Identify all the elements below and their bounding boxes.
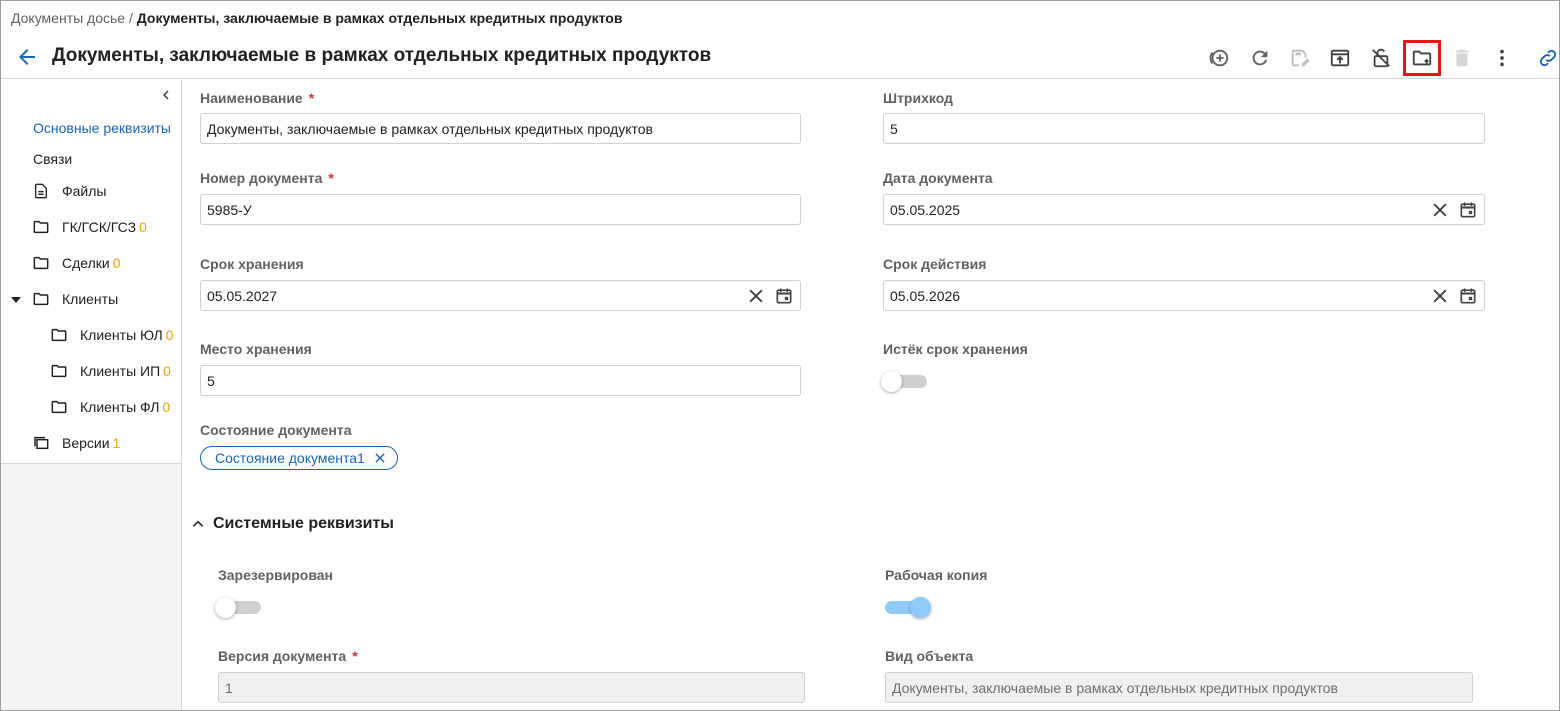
- caret-down-icon[interactable]: [11, 295, 21, 305]
- calendar-icon[interactable]: [1458, 200, 1478, 220]
- storage-place-label: Место хранения: [200, 341, 312, 357]
- barcode-field[interactable]: 5: [883, 113, 1485, 144]
- sidebar-item-label: Клиенты ФЛ: [80, 399, 160, 415]
- sidebar-item-count: 0: [162, 399, 171, 415]
- validity-term-field[interactable]: 05.05.2026: [883, 280, 1485, 311]
- page-title: Документы, заключаемые в рамках отдельны…: [52, 45, 712, 66]
- validity-term-label: Срок действия: [883, 256, 987, 272]
- sidebar-item-count: 1: [112, 435, 121, 451]
- sidebar-item-count: 0: [165, 327, 174, 343]
- doc-number-field[interactable]: 5985-У: [200, 194, 801, 225]
- chevron-up-icon: [192, 520, 204, 527]
- clear-icon[interactable]: [746, 286, 766, 306]
- barcode-label: Штрихкод: [883, 90, 953, 106]
- storage-expired-label: Истёк срок хранения: [883, 341, 1028, 357]
- sidebar-item-label: Основные реквизиты: [33, 120, 171, 136]
- sidebar-item-clients-fl[interactable]: Клиенты ФЛ 0: [51, 397, 170, 417]
- folder-icon: [33, 219, 49, 235]
- close-icon[interactable]: [373, 451, 387, 465]
- storage-place-field[interactable]: 5: [200, 365, 801, 396]
- sidebar-item-count: 0: [163, 363, 171, 379]
- sidebar-item-versions[interactable]: Версии 1: [33, 433, 120, 453]
- section-title: Системные реквизиты: [213, 515, 394, 532]
- sidebar-item-label: Клиенты ИП: [80, 363, 161, 379]
- system-attributes-header[interactable]: Системные реквизиты: [191, 515, 394, 533]
- sidebar-item-count: 0: [139, 219, 147, 235]
- sidebar-item-gk[interactable]: ГК/ГСК/ГСЗ 0: [33, 217, 147, 237]
- folder-icon: [33, 291, 49, 307]
- sidebar-item-clients[interactable]: Клиенты: [33, 289, 118, 309]
- doc-state-chip[interactable]: Состояние документа1: [200, 446, 398, 470]
- folder-icon: [51, 399, 67, 415]
- back-arrow-icon[interactable]: [15, 45, 39, 69]
- edit-save-icon[interactable]: [1287, 45, 1313, 71]
- breadcrumb-root[interactable]: Документы досье: [11, 10, 125, 26]
- sidebar-item-label: Сделки: [62, 255, 110, 271]
- working-copy-label: Рабочая копия: [885, 567, 988, 583]
- unlock-icon[interactable]: [1368, 45, 1394, 71]
- name-field[interactable]: Документы, заключаемые в рамках отдельны…: [200, 113, 801, 144]
- sidebar-item-count: 0: [112, 255, 121, 271]
- link-icon[interactable]: [1535, 45, 1559, 71]
- app-window: Документы досье / Документы, заключаемые…: [0, 0, 1560, 711]
- folder-icon: [33, 255, 49, 271]
- sidebar-item-label: Файлы: [62, 183, 107, 199]
- sidebar-item-label: Клиенты ЮЛ: [80, 327, 163, 343]
- versions-icon: [33, 435, 49, 451]
- doc-date-label: Дата документа: [883, 170, 993, 186]
- reserved-toggle[interactable]: [215, 595, 263, 619]
- clear-icon[interactable]: [1430, 286, 1450, 306]
- delete-icon[interactable]: [1449, 45, 1475, 71]
- sidebar-item-files[interactable]: Файлы: [33, 181, 106, 201]
- object-type-field: Документы, заключаемые в рамках отдельны…: [885, 672, 1473, 703]
- sidebar-item-links[interactable]: Связи: [33, 149, 72, 169]
- folder-icon: [51, 327, 67, 343]
- working-copy-toggle[interactable]: [883, 595, 931, 619]
- title-bar: Документы, заключаемые в рамках отдельны…: [1, 35, 1559, 79]
- breadcrumb-current: Документы, заключаемые в рамках отдельны…: [136, 10, 623, 26]
- sidebar-item-main-attributes[interactable]: Основные реквизиты: [33, 118, 171, 138]
- reserved-label: Зарезервирован: [218, 567, 333, 583]
- clear-icon[interactable]: [1430, 200, 1450, 220]
- calendar-icon[interactable]: [1458, 286, 1478, 306]
- refresh-icon[interactable]: [1247, 45, 1273, 71]
- more-vertical-icon[interactable]: [1489, 45, 1515, 71]
- sidebar-item-label: Версии: [62, 435, 110, 451]
- doc-number-label: Номер документа *: [200, 170, 334, 186]
- chevron-left-icon[interactable]: [157, 86, 175, 104]
- storage-term-field[interactable]: 05.05.2027: [200, 280, 801, 311]
- doc-state-label: Состояние документа: [200, 422, 352, 438]
- add-circle-icon[interactable]: [1206, 45, 1232, 71]
- name-label: Наименование *: [200, 90, 315, 106]
- sidebar-item-clients-ul[interactable]: Клиенты ЮЛ 0: [51, 325, 174, 345]
- sidebar-item-label: ГК/ГСК/ГСЗ: [62, 219, 137, 235]
- doc-version-field: 1: [218, 672, 805, 703]
- doc-date-field[interactable]: 05.05.2025: [883, 194, 1485, 225]
- doc-version-label: Версия документа *: [218, 648, 358, 664]
- object-type-label: Вид объекта: [885, 648, 974, 664]
- chip-label: Состояние документа1: [215, 450, 365, 466]
- sidebar-nav: Основные реквизиты Связи Файлы ГК/ГСК/ГС…: [1, 80, 181, 464]
- breadcrumb: Документы досье / Документы, заключаемые…: [11, 10, 622, 26]
- sidebar-item-label: Связи: [33, 151, 73, 167]
- breadcrumb-separator: /: [125, 10, 137, 26]
- sidebar-item-deals[interactable]: Сделки 0: [33, 253, 121, 273]
- sidebar-item-clients-ip[interactable]: Клиенты ИП 0: [51, 361, 171, 381]
- open-in-new-icon[interactable]: [1327, 45, 1353, 71]
- sidebar: Основные реквизиты Связи Файлы ГК/ГСК/ГС…: [1, 80, 182, 710]
- storage-expired-toggle[interactable]: [881, 369, 929, 393]
- sidebar-item-label: Клиенты: [62, 291, 119, 307]
- folder-icon: [51, 363, 67, 379]
- file-icon: [33, 183, 49, 199]
- folder-upload-icon[interactable]: [1409, 45, 1435, 71]
- calendar-icon[interactable]: [774, 286, 794, 306]
- storage-term-label: Срок хранения: [200, 256, 304, 272]
